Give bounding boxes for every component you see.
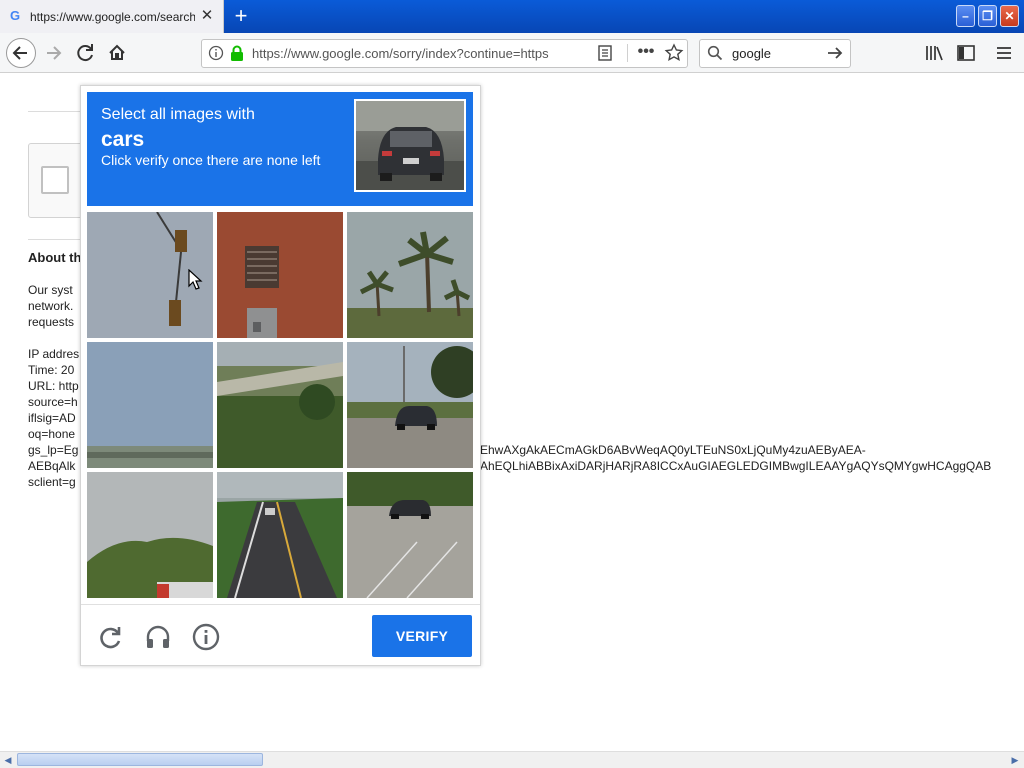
paragraph-line: network. [28, 299, 74, 313]
detail-line: IP addres [28, 347, 80, 361]
detail-overflow-line: AhEQLhiABBixAxiDARjHARjRA8ICCxAuGIAEGLED… [480, 459, 992, 473]
detail-line: AEBqAlk [28, 459, 76, 473]
verify-button[interactable]: VERIFY [372, 615, 472, 657]
scroll-right-icon[interactable]: ▶ [1009, 754, 1021, 766]
new-tab-button[interactable]: + [230, 4, 252, 28]
captcha-sample-image [354, 99, 466, 192]
captcha-tile-road[interactable] [217, 472, 343, 598]
audio-challenge-button[interactable] [144, 623, 172, 651]
captcha-tile-palm-trees[interactable] [347, 212, 473, 338]
header-divider [28, 111, 88, 112]
captcha-target: cars [101, 128, 145, 151]
captcha-subtext: Click verify once there are none left [101, 152, 321, 168]
captcha-footer-divider [81, 604, 480, 605]
minimize-button[interactable]: – [956, 5, 975, 27]
captcha-tile-sky-horizon[interactable] [87, 342, 213, 468]
tab-close-icon[interactable]: ✕ [199, 8, 215, 24]
detail-line: sclient=g [28, 475, 76, 489]
detail-line: iflsig=AD [28, 411, 76, 425]
back-button[interactable] [6, 38, 36, 68]
headphones-icon [146, 625, 170, 648]
reload-icon [77, 44, 93, 62]
recaptcha-checkbox[interactable] [41, 166, 69, 194]
reload-challenge-button[interactable] [96, 623, 124, 651]
captcha-tile-sky-trees[interactable] [87, 472, 213, 598]
window-close-button[interactable]: ✕ [1000, 5, 1019, 27]
reader-view-icon[interactable] [596, 44, 614, 62]
paragraph-line: Our syst [28, 283, 73, 297]
captcha-tile-parking-lot-suv[interactable] [347, 472, 473, 598]
detail-line: URL: http [28, 379, 79, 393]
close-icon: ✕ [1004, 9, 1015, 23]
restore-button[interactable]: ❐ [978, 5, 997, 27]
detail-line: source=h [28, 395, 78, 409]
detail-line: oq=hone [28, 427, 76, 441]
scroll-left-icon[interactable]: ◀ [2, 754, 14, 766]
home-icon [109, 44, 125, 60]
reload-button[interactable] [72, 39, 100, 67]
restore-icon: ❐ [982, 9, 993, 23]
captcha-tile-brick-building[interactable] [217, 212, 343, 338]
help-button[interactable] [192, 623, 220, 651]
captcha-tile-parking-lot-car[interactable] [347, 342, 473, 468]
reload-icon [100, 627, 121, 649]
captcha-instruction: Select all images with [101, 106, 255, 123]
urlbar-divider [627, 44, 628, 62]
info-icon [192, 623, 220, 651]
library-icon[interactable] [924, 44, 944, 62]
captcha-tile-vegetation-bridge[interactable] [217, 342, 343, 468]
lock-icon [229, 44, 245, 62]
about-paragraph: Our syst network. requests [28, 282, 74, 330]
search-go-icon[interactable] [826, 44, 844, 62]
about-heading: About th [28, 250, 82, 265]
content-divider [28, 239, 88, 240]
menu-icon[interactable] [994, 44, 1014, 62]
info-icon[interactable] [208, 45, 224, 61]
mouse-cursor-icon [188, 268, 204, 291]
detail-line: Time: 20 [28, 363, 75, 377]
arrow-left-icon [12, 46, 27, 60]
bookmark-star-icon[interactable] [664, 43, 684, 63]
arrow-right-icon [47, 46, 62, 60]
detail-line: gs_lp=Eg [28, 443, 79, 457]
request-details: IP addres Time: 20 URL: http source=h if… [28, 346, 79, 490]
home-button[interactable] [103, 39, 131, 67]
paragraph-line: requests [28, 315, 75, 329]
minimize-icon: – [962, 9, 969, 23]
sidebar-icon[interactable] [956, 44, 976, 62]
url-text[interactable]: https://www.google.com/sorry/index?conti… [252, 46, 562, 61]
page-actions-icon[interactable]: ••• [636, 42, 656, 62]
tab-title: https://www.google.com/search?q [30, 10, 195, 24]
scrollbar-thumb[interactable] [17, 753, 263, 766]
forward-button[interactable] [40, 39, 68, 67]
search-input[interactable]: google [732, 46, 771, 61]
search-icon [707, 45, 723, 61]
detail-overflow-line: EhwAXgAkAECmAGkD6ABvWeqAQ0yLTEuNS0xLjQuM… [480, 443, 866, 457]
google-favicon-icon: G [10, 8, 21, 23]
